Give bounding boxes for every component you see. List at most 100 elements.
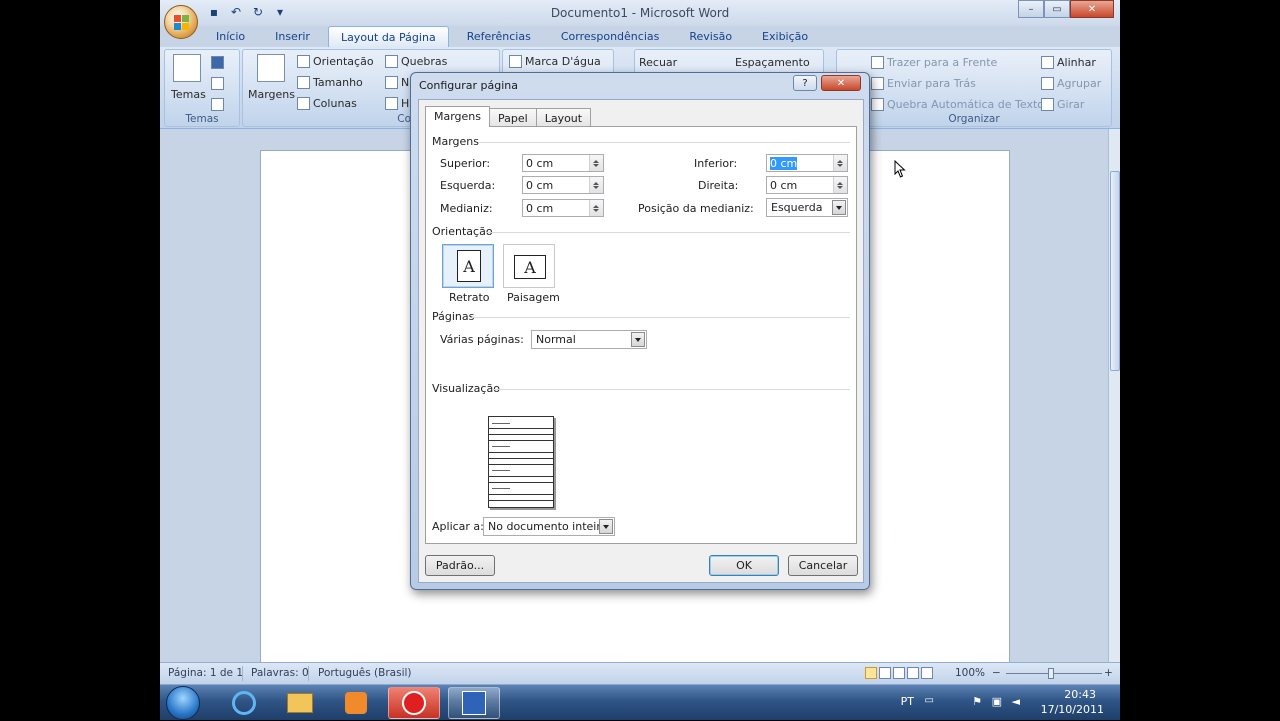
language-indicator[interactable]: Português (Brasil): [318, 667, 412, 679]
medianiz-spinner-icon[interactable]: [589, 200, 603, 216]
esquerda-input[interactable]: 0 cm: [522, 176, 604, 194]
language-indicator[interactable]: PT: [901, 695, 914, 708]
group-button[interactable]: Agrupar: [1041, 77, 1101, 90]
tab-revisao[interactable]: Revisão: [677, 26, 744, 48]
outline-icon[interactable]: [907, 667, 919, 679]
theme-effects-icon[interactable]: [211, 98, 224, 111]
word-taskbar-icon[interactable]: [448, 687, 500, 719]
full-screen-icon[interactable]: [879, 667, 891, 679]
align-button[interactable]: Alinhar: [1041, 56, 1096, 69]
varias-paginas-select[interactable]: Normal: [531, 330, 647, 349]
zoom-level[interactable]: 100%: [955, 667, 985, 679]
aplicar-value: No documento inteiro: [488, 520, 608, 533]
default-button[interactable]: Padrão...: [425, 555, 495, 576]
keyboard-icon[interactable]: ▭: [925, 695, 934, 706]
medianiz-input[interactable]: 0 cm: [522, 199, 604, 217]
clock-time[interactable]: 20:43: [1064, 688, 1096, 701]
file-explorer-icon[interactable]: [274, 687, 326, 719]
columns-button[interactable]: Colunas: [297, 97, 357, 110]
scrollbar-thumb[interactable]: [1110, 171, 1120, 371]
tab-exibicao[interactable]: Exibição: [750, 26, 820, 48]
close-button[interactable]: ✕: [1070, 0, 1114, 18]
preview-line: [489, 464, 553, 465]
maximize-button[interactable]: ▭: [1044, 0, 1070, 18]
recorder-icon[interactable]: [388, 687, 440, 719]
flag-icon[interactable]: ⚑: [972, 695, 982, 708]
tab-inserir[interactable]: Inserir: [263, 26, 322, 48]
vertical-scrollbar[interactable]: [1108, 129, 1120, 669]
tab-referencias[interactable]: Referências: [455, 26, 543, 48]
posicao-medianiz-value: Esquerda: [771, 201, 823, 214]
volume-icon[interactable]: ◄: [1012, 695, 1020, 708]
inferior-input[interactable]: 0 cm: [766, 154, 848, 172]
cancel-button[interactable]: Cancelar: [788, 555, 858, 576]
zoom-slider-thumb[interactable]: [1048, 668, 1054, 679]
zoom-out-icon[interactable]: −: [992, 667, 1001, 679]
preview-line: [492, 470, 510, 471]
line-numbers-button[interactable]: N: [385, 76, 409, 89]
tab-correspondencias[interactable]: Correspondências: [549, 26, 672, 48]
zoom-slider[interactable]: [1006, 673, 1102, 674]
inferior-spinner-icon[interactable]: [833, 155, 847, 171]
page-count[interactable]: Página: 1 de 1: [168, 667, 243, 679]
draft-icon[interactable]: [921, 667, 933, 679]
esquerda-spinner-icon[interactable]: [589, 177, 603, 193]
group-icon: [1041, 77, 1054, 90]
text-wrap-button[interactable]: Quebra Automática de Texto: [871, 98, 1044, 111]
text-wrap-icon: [871, 98, 884, 111]
section-paginas: Páginas: [432, 310, 475, 323]
view-buttons: [865, 667, 933, 679]
theme-fonts-icon[interactable]: [211, 77, 224, 90]
rotate-button[interactable]: Girar: [1041, 98, 1084, 111]
help-button[interactable]: ?: [793, 75, 817, 91]
superior-input[interactable]: 0 cm: [522, 154, 604, 172]
dialog-close-button[interactable]: ✕: [821, 75, 861, 91]
send-to-back-button[interactable]: Enviar para Trás: [871, 77, 976, 90]
orientation-button[interactable]: Orientação: [297, 55, 374, 68]
size-button[interactable]: Tamanho: [297, 76, 363, 89]
tab-inicio[interactable]: Início: [204, 26, 257, 48]
ribbon-tabs: Início Inserir Layout da Página Referênc…: [204, 26, 820, 48]
margins-icon[interactable]: [257, 54, 285, 82]
tab-layout[interactable]: Layout: [535, 108, 592, 127]
chevron-down-icon[interactable]: [599, 519, 613, 534]
print-layout-icon[interactable]: [865, 667, 877, 679]
clock-date[interactable]: 17/10/2011: [1041, 703, 1104, 716]
superior-spinner-icon[interactable]: [589, 155, 603, 171]
portrait-icon: A: [457, 250, 481, 282]
orientation-label: Orientação: [313, 55, 374, 68]
margins-button[interactable]: Margens: [248, 88, 295, 101]
line-numbers-icon: [385, 76, 398, 89]
minimize-button[interactable]: –: [1018, 0, 1044, 18]
tab-margens[interactable]: Margens: [425, 106, 491, 127]
start-button[interactable]: [166, 686, 200, 720]
internet-explorer-icon[interactable]: [218, 687, 270, 719]
zoom-in-icon[interactable]: +: [1104, 667, 1113, 679]
tab-layout-da-pagina[interactable]: Layout da Página: [327, 26, 449, 48]
theme-colors-icon[interactable]: [211, 56, 224, 69]
ok-button[interactable]: OK: [709, 555, 779, 576]
posicao-medianiz-select[interactable]: Esquerda: [766, 198, 848, 217]
network-icon[interactable]: ▣: [992, 695, 1002, 708]
bring-front-icon: [871, 56, 884, 69]
bring-to-front-button[interactable]: Trazer para a Frente: [871, 56, 997, 69]
themes-button[interactable]: Temas: [171, 88, 206, 101]
office-button[interactable]: [164, 5, 198, 39]
media-player-icon[interactable]: [330, 687, 382, 719]
tab-papel[interactable]: Papel: [489, 108, 537, 127]
breaks-button[interactable]: Quebras: [385, 55, 447, 68]
landscape-option[interactable]: A: [503, 244, 555, 288]
chevron-down-icon[interactable]: [832, 200, 846, 215]
themes-icon[interactable]: [173, 54, 201, 82]
chevron-down-icon[interactable]: [631, 332, 645, 347]
web-layout-icon[interactable]: [893, 667, 905, 679]
rotate-label: Girar: [1057, 98, 1085, 111]
watermark-button[interactable]: Marca D'água: [509, 55, 601, 68]
posicao-medianiz-label: Posição da medianiz:: [638, 202, 754, 215]
hyphenation-button[interactable]: H: [385, 97, 409, 110]
word-count[interactable]: Palavras: 0: [251, 667, 309, 679]
direita-input[interactable]: 0 cm: [766, 176, 848, 194]
aplicar-select[interactable]: No documento inteiro: [483, 517, 615, 536]
portrait-option[interactable]: A: [442, 244, 494, 288]
direita-spinner-icon[interactable]: [833, 177, 847, 193]
